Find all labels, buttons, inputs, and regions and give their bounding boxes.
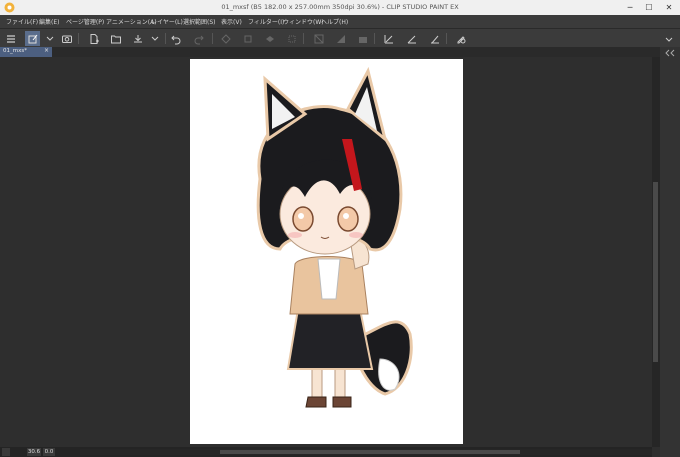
angle-field[interactable]: 0.0 [43,448,55,456]
vertical-scrollbar[interactable] [652,57,660,447]
canvas-area[interactable] [0,57,652,447]
menu-window[interactable]: ウィンドウ(W) [283,17,324,26]
menu-filter[interactable]: フィルター(I) [248,17,284,26]
close-button[interactable]: ✕ [661,1,677,14]
tab-label: 01_mxs* [3,48,27,54]
save-icon[interactable] [130,31,145,46]
menu-bar: ファイル(F) 編集(E) ページ管理(P) アニメーション(A) レイヤー(L… [0,15,680,28]
character-artwork [256,66,413,408]
status-bar: 30.6 0.0 [0,447,652,457]
command-bar [0,28,680,48]
redo-icon[interactable] [191,31,206,46]
camera-icon[interactable] [59,31,74,46]
chevron-down-icon[interactable] [147,31,162,46]
canvas-paper[interactable] [190,59,463,444]
ruler-icon[interactable] [381,31,396,46]
menu-edit[interactable]: 編集(E) [39,17,59,26]
open-folder-icon[interactable] [108,31,123,46]
menu-file[interactable]: ファイル(F) [6,17,38,26]
zoom-field[interactable]: 30.6 [27,448,41,456]
fill-icon[interactable] [262,31,277,46]
vertical-scroll-thumb[interactable] [653,182,658,362]
chevron-down-icon[interactable] [42,31,57,46]
new-file-icon[interactable] [86,31,101,46]
maximize-button[interactable]: ☐ [641,1,657,14]
menu-view[interactable]: 表示(V) [221,17,242,26]
menu-layer[interactable]: レイヤー(L) [151,17,183,26]
copy-icon[interactable] [240,31,255,46]
close-tab-icon[interactable]: × [44,47,49,54]
menu-page[interactable]: ページ管理(P) [66,17,104,26]
horizontal-scroll-thumb[interactable] [220,450,520,454]
navigator-icon[interactable] [2,448,10,456]
menu-animation[interactable]: アニメーション(A) [106,17,157,26]
undo-icon[interactable] [168,31,183,46]
expand-panel-icon[interactable] [663,49,677,57]
rotate-icon[interactable] [218,31,233,46]
crop-icon[interactable] [284,31,299,46]
window-title: 01_mxsf (B5 182.00 x 257.00mm 350dpi 30.… [221,3,459,11]
menu-icon[interactable] [3,31,18,46]
minimize-button[interactable]: ─ [622,1,638,14]
document-tab-bar: 01_mxs* × [0,47,680,57]
collapse-icon[interactable] [662,31,676,46]
tab-document[interactable]: 01_mxs* × [0,47,52,57]
layer-icon[interactable] [355,31,370,46]
invert-icon[interactable] [333,31,348,46]
horizontal-scrollbar[interactable] [80,449,652,455]
selection-clear-icon[interactable] [311,31,326,46]
pen-icon[interactable] [25,31,40,46]
brush-icon[interactable] [427,31,442,46]
pen-tool-icon[interactable] [404,31,419,46]
menu-selection[interactable]: 選択範囲(S) [183,17,216,26]
title-bar: 01_mxsf (B5 182.00 x 257.00mm 350dpi 30.… [0,0,680,15]
menu-help[interactable]: ヘルプ(H) [321,17,348,26]
settings-icon[interactable] [453,31,468,46]
right-dock [660,47,680,457]
